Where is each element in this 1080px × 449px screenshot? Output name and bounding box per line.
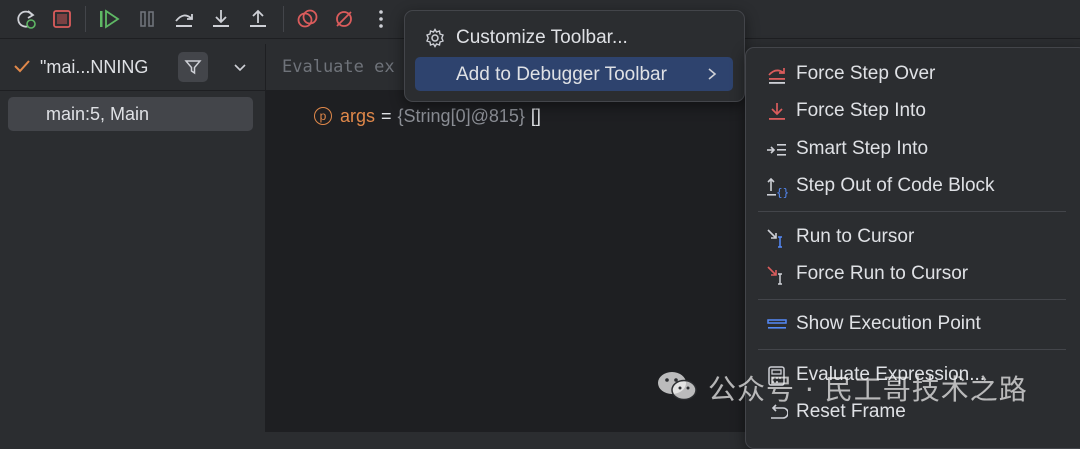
menu-item-label: Force Run to Cursor [796, 263, 969, 284]
thread-selector[interactable]: "mai...NNING [0, 44, 265, 91]
menu-item-add-to-debugger-toolbar[interactable]: Add to Debugger Toolbar [415, 57, 733, 91]
menu-item-run-to-cursor[interactable]: Run to Cursor [756, 220, 1076, 254]
menu-item-label: Step Out of Code Block [796, 175, 995, 196]
menu-item-label: Force Step Into [796, 100, 926, 121]
menu-separator [758, 211, 1066, 212]
reset-frame-icon [766, 402, 789, 424]
menu-item-force-step-into[interactable]: Force Step Into [756, 94, 1076, 128]
variable-row[interactable]: p args = {String[0]@815} [] [314, 104, 541, 128]
menu-item-force-run-to-cursor[interactable]: Force Run to Cursor [756, 257, 1076, 291]
chevron-down-icon[interactable] [232, 59, 248, 80]
menu-item-evaluate-expression[interactable]: Evaluate Expression... [756, 358, 1076, 392]
frames-panel: "mai...NNING main:5, Main [0, 44, 266, 432]
check-icon [12, 56, 32, 81]
menu-item-customize-toolbar[interactable]: Customize Toolbar... [415, 20, 733, 54]
smart-step-into-icon [766, 139, 788, 161]
menu-item-label: Customize Toolbar... [456, 27, 628, 48]
variable-type: {String[0]@815} [397, 105, 525, 126]
menu-item-label: Run to Cursor [796, 226, 915, 247]
frame-item[interactable]: main:5, Main [8, 97, 253, 131]
force-run-to-cursor-icon [766, 264, 788, 286]
menu-separator [758, 349, 1066, 350]
step-over-icon[interactable] [171, 6, 197, 32]
add-to-toolbar-submenu: Force Step Over Force Step Into Smart St… [745, 47, 1080, 449]
view-breakpoints-icon[interactable] [294, 6, 320, 32]
chevron-right-icon [705, 66, 719, 87]
force-step-over-icon [766, 64, 788, 86]
menu-item-label: Smart Step Into [796, 138, 929, 159]
show-execution-point-icon [766, 314, 788, 336]
run-to-cursor-icon [766, 227, 788, 249]
frame-label: main:5, Main [46, 104, 150, 124]
variable-name: args [340, 105, 376, 126]
rerun-icon[interactable] [13, 6, 39, 32]
step-out-code-block-icon: {} [766, 176, 789, 199]
force-step-into-icon [766, 101, 788, 123]
stop-icon[interactable] [49, 6, 75, 32]
toolbar-divider [283, 6, 284, 32]
menu-item-reset-frame[interactable]: Reset Frame [756, 395, 1076, 429]
svg-text:{}: {} [776, 186, 788, 198]
filter-icon[interactable] [178, 52, 208, 82]
mute-breakpoints-icon[interactable] [331, 6, 357, 32]
evaluate-input[interactable]: Evaluate ex [282, 57, 395, 77]
more-icon[interactable] [368, 6, 394, 32]
menu-item-show-execution-point[interactable]: Show Execution Point [756, 307, 1076, 341]
gear-icon [425, 28, 445, 53]
menu-item-label: Force Step Over [796, 63, 936, 84]
menu-item-force-step-over[interactable]: Force Step Over [756, 57, 1076, 91]
parameter-icon: p [314, 107, 332, 125]
pause-icon[interactable] [134, 6, 160, 32]
menu-separator [758, 299, 1066, 300]
menu-item-label: Reset Frame [796, 401, 906, 422]
menu-item-step-out-of-code-block[interactable]: {} Step Out of Code Block [756, 169, 1076, 203]
menu-item-label: Evaluate Expression... [796, 364, 986, 385]
evaluate-expression-icon [766, 365, 788, 387]
step-out-icon[interactable] [245, 6, 271, 32]
variable-equals: = [381, 105, 392, 126]
resume-icon[interactable] [96, 6, 122, 32]
menu-item-label: Add to Debugger Toolbar [456, 64, 667, 85]
toolbar-context-menu: Customize Toolbar... Add to Debugger Too… [404, 10, 745, 102]
toolbar-divider [85, 6, 86, 32]
variable-value: [] [530, 105, 541, 126]
thread-name: "mai...NNING [40, 57, 149, 77]
menu-item-label: Show Execution Point [796, 313, 981, 334]
step-into-icon[interactable] [208, 6, 234, 32]
menu-item-smart-step-into[interactable]: Smart Step Into [756, 132, 1076, 166]
